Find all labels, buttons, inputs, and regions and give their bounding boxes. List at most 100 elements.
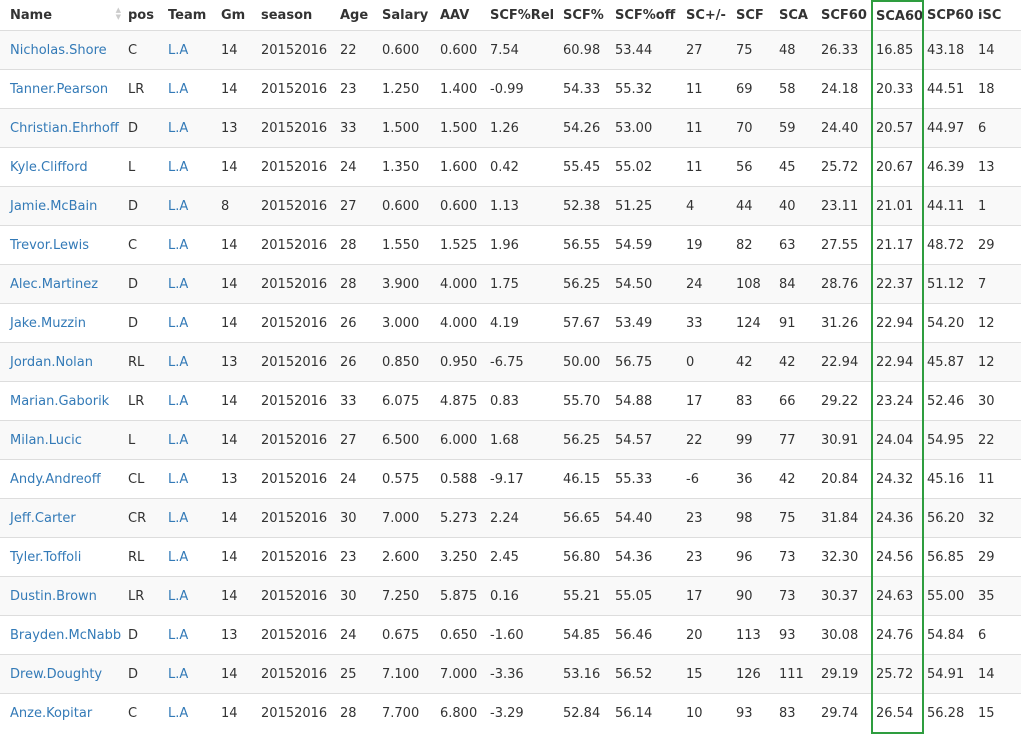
- team-link[interactable]: L.A: [165, 147, 218, 187]
- player-name-link[interactable]: Jordan.Nolan: [0, 342, 125, 382]
- player-name-link[interactable]: Anze.Kopitar: [0, 693, 125, 733]
- team-link[interactable]: L.A: [165, 186, 218, 226]
- cell-age: 24: [337, 615, 379, 655]
- cell-scf-pctrel: 1.13: [487, 186, 560, 226]
- cell-pos: D: [125, 654, 165, 694]
- cell-season: 20152016: [258, 420, 337, 460]
- column-header-sca60[interactable]: SCA60: [871, 0, 924, 31]
- cell-pos: D: [125, 264, 165, 304]
- cell-scf-pctrel: 0.83: [487, 381, 560, 421]
- cell-scf60: 29.19: [818, 654, 872, 694]
- table-row: Jeff.Carter CR L.A 14 20152016 30 7.000 5.273 2.…: [0, 498, 1021, 538]
- team-link[interactable]: L.A: [165, 381, 218, 421]
- column-header-sca[interactable]: SCA: [776, 1, 818, 31]
- cell-age: 24: [337, 459, 379, 499]
- team-link[interactable]: L.A: [165, 30, 218, 70]
- team-link[interactable]: L.A: [165, 654, 218, 694]
- team-link[interactable]: L.A: [165, 498, 218, 538]
- column-header-age[interactable]: Age: [337, 1, 379, 31]
- column-header-pos[interactable]: pos: [125, 1, 165, 31]
- column-header-scf-pctoff[interactable]: SCF%off: [612, 1, 683, 31]
- player-name-link[interactable]: Dustin.Brown: [0, 576, 125, 616]
- cell-sca60: 23.24: [871, 381, 924, 421]
- column-header-scp60[interactable]: SCP60: [923, 1, 975, 31]
- column-header-scf60[interactable]: SCF60: [818, 1, 872, 31]
- player-name-link[interactable]: Alec.Martinez: [0, 264, 125, 304]
- player-name-link[interactable]: Kyle.Clifford: [0, 147, 125, 187]
- cell-sca60: 26.54: [871, 693, 924, 734]
- cell-sca60: 24.36: [871, 498, 924, 538]
- cell-aav: 0.650: [437, 615, 487, 655]
- cell-isc: 13: [975, 147, 1021, 187]
- cell-pos: D: [125, 615, 165, 655]
- player-name-link[interactable]: Jeff.Carter: [0, 498, 125, 538]
- column-header-team[interactable]: Team: [165, 1, 218, 31]
- player-name-link[interactable]: Tyler.Toffoli: [0, 537, 125, 577]
- cell-scf: 126: [733, 654, 776, 694]
- cell-age: 22: [337, 30, 379, 70]
- team-link[interactable]: L.A: [165, 459, 218, 499]
- team-link[interactable]: L.A: [165, 69, 218, 109]
- player-name-link[interactable]: Milan.Lucic: [0, 420, 125, 460]
- cell-scf-pctoff: 54.36: [612, 537, 683, 577]
- table-row: Jordan.Nolan RL L.A 13 20152016 26 0.850 0.950-…: [0, 342, 1021, 382]
- column-header-scf-pct[interactable]: SCF%: [560, 1, 612, 31]
- column-header-sc-plus-minus[interactable]: SC+/-: [683, 1, 733, 31]
- column-header-aav[interactable]: AAV: [437, 1, 487, 31]
- cell-season: 20152016: [258, 186, 337, 226]
- cell-sc-plus-minus: 17: [683, 381, 733, 421]
- column-header-scf[interactable]: SCF: [733, 1, 776, 31]
- player-name-link[interactable]: Drew.Doughty: [0, 654, 125, 694]
- cell-salary: 6.075: [379, 381, 437, 421]
- cell-sc-plus-minus: 19: [683, 225, 733, 265]
- cell-scf60: 22.94: [818, 342, 872, 382]
- player-name-link[interactable]: Trevor.Lewis: [0, 225, 125, 265]
- player-name-link[interactable]: Marian.Gaborik: [0, 381, 125, 421]
- cell-scf: 36: [733, 459, 776, 499]
- cell-age: 26: [337, 342, 379, 382]
- cell-scf-pct: 52.38: [560, 186, 612, 226]
- column-header-name[interactable]: Name ▲ ▼: [0, 1, 125, 31]
- cell-scf-pctrel: 1.68: [487, 420, 560, 460]
- cell-scf60: 31.26: [818, 303, 872, 343]
- team-link[interactable]: L.A: [165, 537, 218, 577]
- team-link[interactable]: L.A: [165, 303, 218, 343]
- player-name-link[interactable]: Jake.Muzzin: [0, 303, 125, 343]
- column-header-season[interactable]: season: [258, 1, 337, 31]
- cell-scf-pctrel: 1.26: [487, 108, 560, 148]
- cell-aav: 4.000: [437, 264, 487, 304]
- cell-scf-pct: 55.45: [560, 147, 612, 187]
- team-link[interactable]: L.A: [165, 693, 218, 733]
- team-link[interactable]: L.A: [165, 342, 218, 382]
- cell-gm: 14: [218, 30, 258, 70]
- cell-scp60: 54.20: [923, 303, 975, 343]
- team-link[interactable]: L.A: [165, 420, 218, 460]
- player-name-link[interactable]: Christian.Ehrhoff: [0, 108, 125, 148]
- player-name-link[interactable]: Nicholas.Shore: [0, 30, 125, 70]
- cell-sc-plus-minus: 20: [683, 615, 733, 655]
- player-name-link[interactable]: Tanner.Pearson: [0, 69, 125, 109]
- column-header-gm[interactable]: Gm: [218, 1, 258, 31]
- team-link[interactable]: L.A: [165, 576, 218, 616]
- cell-scf60: 29.74: [818, 693, 872, 733]
- team-link[interactable]: L.A: [165, 225, 218, 265]
- cell-sca: 83: [776, 693, 818, 733]
- cell-scf-pctoff: 54.40: [612, 498, 683, 538]
- team-link[interactable]: L.A: [165, 108, 218, 148]
- player-name-link[interactable]: Jamie.McBain: [0, 186, 125, 226]
- team-link[interactable]: L.A: [165, 615, 218, 655]
- column-header-salary[interactable]: Salary: [379, 1, 437, 31]
- player-name-link[interactable]: Andy.Andreoff: [0, 459, 125, 499]
- cell-sca: 45: [776, 147, 818, 187]
- team-link[interactable]: L.A: [165, 264, 218, 304]
- cell-aav: 3.250: [437, 537, 487, 577]
- cell-isc: 30: [975, 381, 1021, 421]
- player-name-link[interactable]: Brayden.McNabb: [0, 615, 125, 655]
- cell-pos: CR: [125, 498, 165, 538]
- table-row: Tyler.Toffoli RL L.A 14 20152016 23 2.600 3.250…: [0, 537, 1021, 577]
- cell-salary: 0.675: [379, 615, 437, 655]
- column-header-isc[interactable]: iSC: [975, 1, 1021, 31]
- table-row: Jake.Muzzin D L.A 14 20152016 26 3.000 4.000 4.1…: [0, 303, 1021, 343]
- cell-scp60: 43.18: [923, 30, 975, 70]
- column-header-scf-pctrel[interactable]: SCF%Rel: [487, 1, 560, 31]
